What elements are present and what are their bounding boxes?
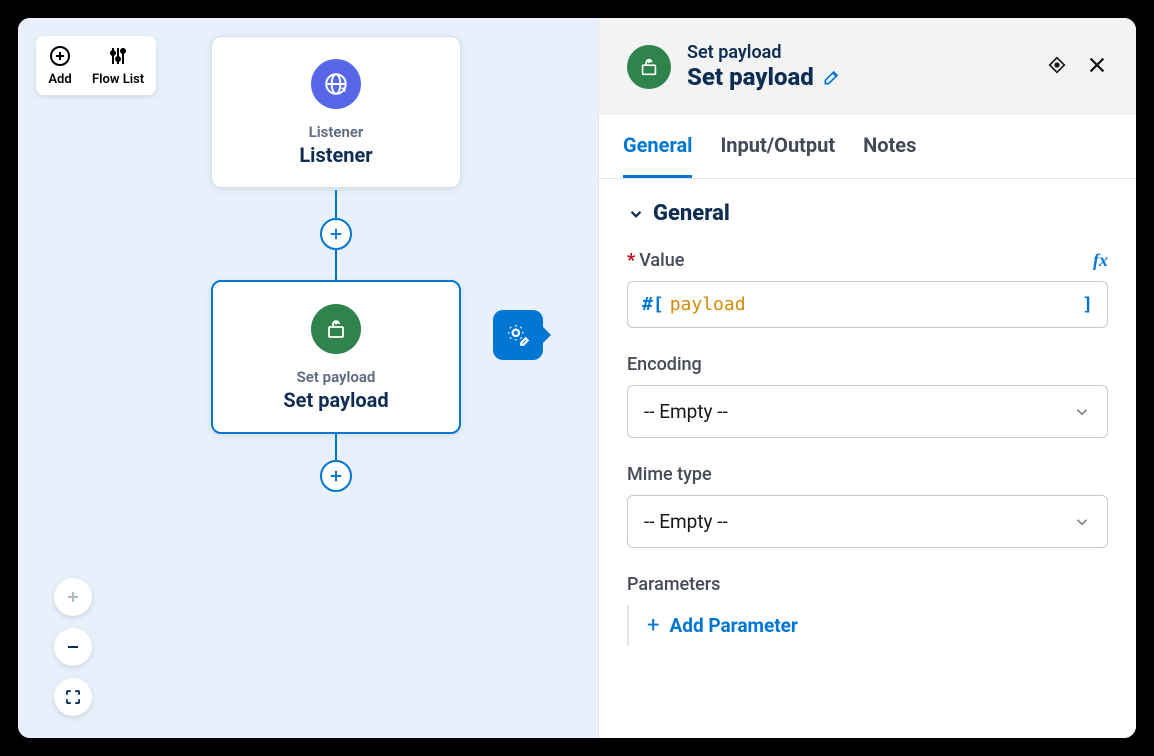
plus-icon xyxy=(63,587,83,607)
crosshair-icon xyxy=(1046,54,1068,76)
sliders-icon xyxy=(106,44,130,68)
node-label: Listener xyxy=(299,143,372,167)
chevron-down-icon xyxy=(1073,513,1091,531)
expr-close: ] xyxy=(1082,294,1093,315)
canvas-toolbar: Add Flow List xyxy=(36,36,156,95)
zoom-out-button[interactable] xyxy=(54,628,92,666)
add-label: Add xyxy=(48,72,71,87)
zoom-in-button[interactable] xyxy=(54,578,92,616)
fx-icon[interactable]: fx xyxy=(1093,250,1108,271)
payload-icon xyxy=(311,304,361,354)
field-value: * Value fx #[ payload ] xyxy=(627,250,1108,328)
field-encoding: Encoding -- Empty -- xyxy=(627,354,1108,438)
connector xyxy=(335,250,337,280)
expr-content: payload xyxy=(670,294,746,315)
add-parameter-button[interactable]: + Add Parameter xyxy=(627,605,1108,646)
plus-icon: + xyxy=(647,613,659,638)
chevron-down-icon xyxy=(627,205,645,223)
section-title: General xyxy=(653,201,730,226)
tab-io[interactable]: Input/Output xyxy=(720,115,835,178)
flowlist-label: Flow List xyxy=(92,72,144,87)
add-node-button[interactable] xyxy=(320,460,352,492)
panel-header: Set payload Set payload xyxy=(599,18,1136,115)
close-button[interactable] xyxy=(1086,54,1108,80)
zoom-controls xyxy=(54,578,92,716)
flow-canvas[interactable]: Add Flow List Listener Listener Set payl… xyxy=(18,18,598,738)
maximize-icon xyxy=(64,688,82,706)
panel-tabs: General Input/Output Notes xyxy=(599,115,1136,179)
flowlist-button[interactable]: Flow List xyxy=(92,44,144,87)
locate-button[interactable] xyxy=(1046,54,1068,80)
panel-titles: Set payload Set payload xyxy=(687,42,1030,91)
tab-notes[interactable]: Notes xyxy=(863,115,916,178)
plus-icon xyxy=(327,467,345,485)
panel-title: Set payload xyxy=(687,63,1030,91)
panel-subtitle: Set payload xyxy=(687,42,1030,63)
encoding-label: Encoding xyxy=(627,354,1108,375)
mime-value: -- Empty -- xyxy=(644,510,728,533)
add-button[interactable]: Add xyxy=(48,44,72,87)
field-label: * Value fx xyxy=(627,250,1108,271)
edit-icon[interactable] xyxy=(822,67,842,87)
node-type: Set payload xyxy=(297,368,376,386)
plus-circle-icon xyxy=(48,44,72,68)
node-type: Listener xyxy=(309,123,364,141)
app-window: Add Flow List Listener Listener Set payl… xyxy=(18,18,1136,738)
gear-edit-icon xyxy=(505,322,531,348)
panel-actions xyxy=(1046,54,1108,80)
add-node-button[interactable] xyxy=(320,218,352,250)
globe-icon xyxy=(311,59,361,109)
encoding-value: -- Empty -- xyxy=(644,400,728,423)
field-parameters: Parameters + Add Parameter xyxy=(627,574,1108,646)
panel-title-text: Set payload xyxy=(687,63,814,91)
mime-select[interactable]: -- Empty -- xyxy=(627,495,1108,548)
value-label: Value xyxy=(639,250,684,271)
chevron-down-icon xyxy=(1073,403,1091,421)
parameters-label: Parameters xyxy=(627,574,1108,595)
section-general[interactable]: General xyxy=(627,201,1108,226)
field-mime: Mime type -- Empty -- xyxy=(627,464,1108,548)
fit-view-button[interactable] xyxy=(54,678,92,716)
minus-icon xyxy=(63,637,83,657)
mime-label: Mime type xyxy=(627,464,1108,485)
connector xyxy=(335,434,337,460)
tab-general[interactable]: General xyxy=(623,115,692,178)
node-listener[interactable]: Listener Listener xyxy=(211,36,461,188)
value-input[interactable]: #[ payload ] xyxy=(627,281,1108,328)
config-badge[interactable] xyxy=(493,310,543,360)
plus-icon xyxy=(327,225,345,243)
properties-panel: Set payload Set payload General Input/Ou… xyxy=(598,18,1136,738)
close-icon xyxy=(1086,54,1108,76)
required-indicator: * xyxy=(627,250,635,271)
expr-open: #[ xyxy=(642,294,664,315)
add-param-label: Add Parameter xyxy=(669,614,797,637)
encoding-select[interactable]: -- Empty -- xyxy=(627,385,1108,438)
node-label: Set payload xyxy=(283,388,388,412)
panel-body: General * Value fx #[ payload ] Encoding… xyxy=(599,179,1136,738)
node-setpayload[interactable]: Set payload Set payload xyxy=(211,280,461,434)
payload-icon xyxy=(627,45,671,89)
